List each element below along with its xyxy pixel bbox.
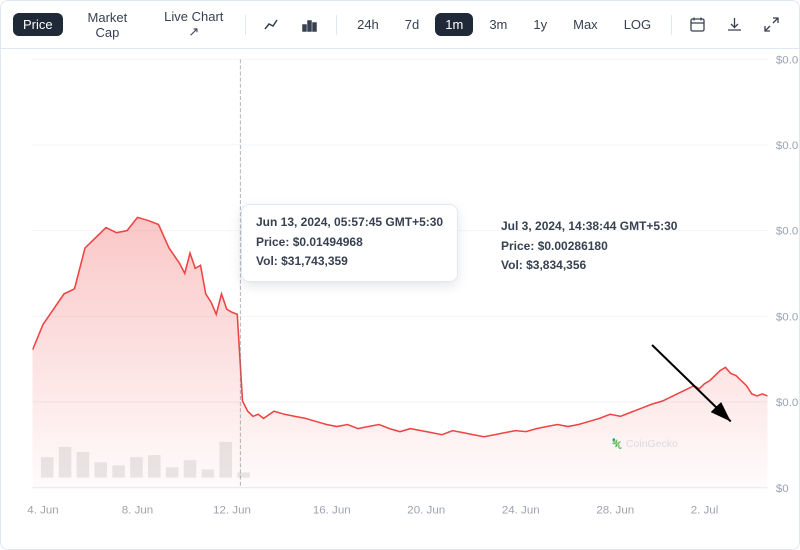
svg-text:12. Jun: 12. Jun <box>213 504 251 516</box>
svg-text:4. Jun: 4. Jun <box>27 504 58 516</box>
tab-market-cap[interactable]: Market Cap <box>69 6 147 44</box>
svg-text:20. Jun: 20. Jun <box>407 504 445 516</box>
svg-text:$0.02: $0.02 <box>776 140 799 152</box>
tab-price[interactable]: Price <box>13 13 63 36</box>
svg-text:2. Jul: 2. Jul <box>691 504 719 516</box>
svg-text:$0.01: $0.01 <box>776 312 799 324</box>
svg-text:$0.005: $0.005 <box>776 397 799 409</box>
svg-text:$0.025: $0.025 <box>776 54 799 66</box>
toolbar: Price Market Cap Live Chart ↗ 24h 7d 1m … <box>1 1 799 49</box>
download-icon-btn[interactable] <box>719 13 750 36</box>
divider-2 <box>336 15 337 35</box>
expand-icon-btn[interactable] <box>756 13 787 36</box>
time-log[interactable]: LOG <box>614 13 661 36</box>
svg-text:🦎 CoinGecko: 🦎 CoinGecko <box>610 437 678 450</box>
svg-text:28. Jun: 28. Jun <box>596 504 634 516</box>
chart-container: Price Market Cap Live Chart ↗ 24h 7d 1m … <box>0 0 800 550</box>
price-chart-svg: $0.025 $0.02 $0.015 $0.01 $0.005 $0 4. J… <box>1 49 799 549</box>
divider-3 <box>671 15 672 35</box>
svg-text:8. Jun: 8. Jun <box>122 504 153 516</box>
tab-live-chart[interactable]: Live Chart ↗ <box>152 5 235 44</box>
live-chart-label: Live Chart ↗ <box>162 9 225 40</box>
time-3m[interactable]: 3m <box>479 13 517 36</box>
calendar-icon-btn[interactable] <box>682 13 713 36</box>
line-chart-icon-btn[interactable] <box>256 13 288 37</box>
svg-text:16. Jun: 16. Jun <box>313 504 351 516</box>
time-max[interactable]: Max <box>563 13 608 36</box>
bar-chart-icon-btn[interactable] <box>294 13 326 37</box>
chart-area[interactable]: $0.025 $0.02 $0.015 $0.01 $0.005 $0 4. J… <box>1 49 799 549</box>
time-7d[interactable]: 7d <box>395 13 429 36</box>
divider-1 <box>245 15 246 35</box>
time-24h[interactable]: 24h <box>347 13 389 36</box>
svg-text:24. Jun: 24. Jun <box>502 504 540 516</box>
time-1m[interactable]: 1m <box>435 13 473 36</box>
time-1y[interactable]: 1y <box>523 13 557 36</box>
svg-text:$0.015: $0.015 <box>776 226 799 238</box>
svg-text:$0: $0 <box>776 483 789 495</box>
